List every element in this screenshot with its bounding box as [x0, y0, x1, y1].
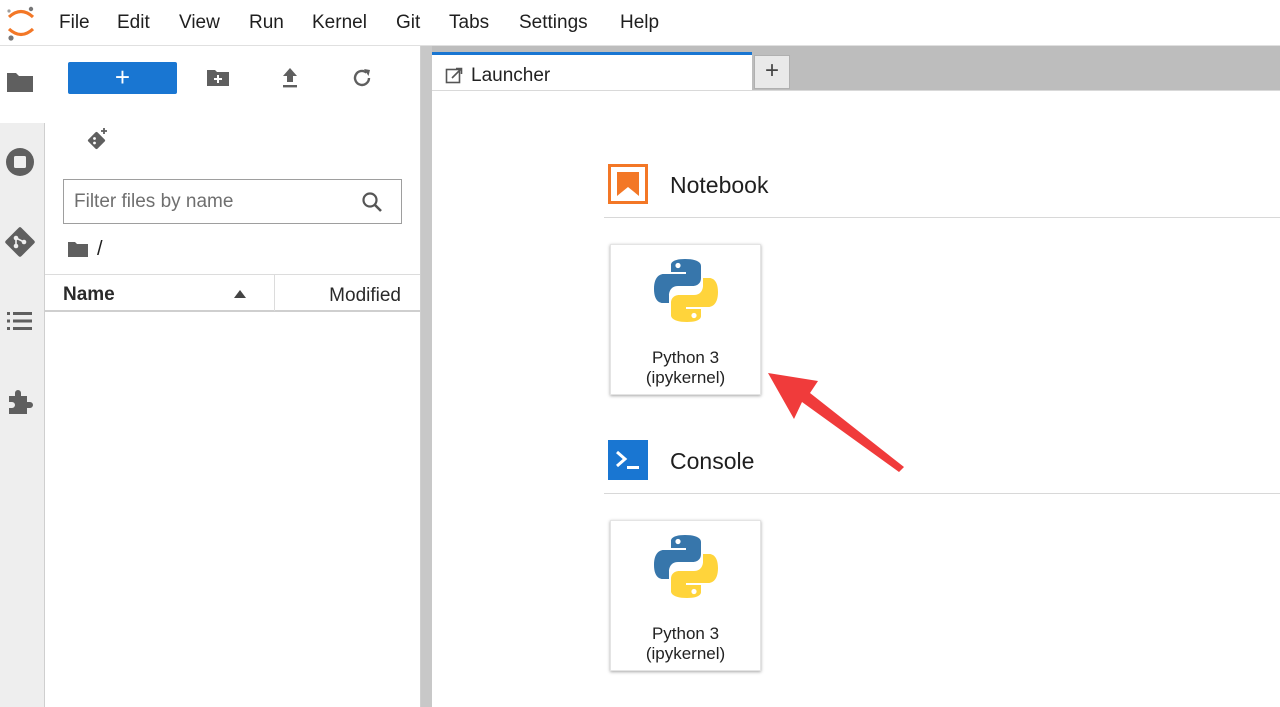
menu-bar: File Edit View Run Kernel Git Tabs Setti… [0, 0, 1280, 46]
tab-bar: Launcher + [432, 46, 1280, 96]
breadcrumb-root[interactable]: / [97, 238, 103, 261]
python-logo-icon [654, 259, 718, 322]
panel-resize-handle[interactable] [421, 46, 432, 707]
card-kernel-name: Python 3 [651, 348, 720, 367]
tab-label: Launcher [471, 65, 551, 86]
git-icon[interactable] [4, 226, 36, 258]
card-kernel-subtitle: (ipykernel) [645, 368, 726, 387]
folder-breadcrumb-icon [68, 242, 88, 257]
notebook-python3-card[interactable]: Python 3 (ipykernel) [610, 244, 761, 395]
extension-icon[interactable] [4, 385, 36, 417]
menu-run[interactable]: Run [249, 12, 284, 34]
filter-files-input[interactable] [74, 189, 344, 215]
new-folder-icon[interactable] [205, 65, 231, 91]
jupyterlab-window: File Edit View Run Kernel Git Tabs Setti… [0, 0, 1280, 707]
toc-icon[interactable] [4, 305, 36, 337]
search-icon [362, 192, 382, 212]
column-modified-header[interactable]: Modified [329, 285, 401, 307]
menu-view[interactable]: View [179, 12, 220, 34]
menu-tabs[interactable]: Tabs [449, 12, 489, 34]
notebook-icon [608, 164, 648, 204]
activity-bar [0, 46, 45, 707]
sort-ascending-icon[interactable] [234, 290, 246, 298]
section-title-notebook: Notebook [670, 172, 769, 198]
column-divider[interactable] [274, 275, 275, 311]
launcher-panel: Notebook Python 3 (ipykernel) Console Py… [432, 90, 1280, 707]
upload-icon[interactable] [277, 65, 303, 91]
section-title-console: Console [670, 448, 755, 474]
column-name-header[interactable]: Name [63, 284, 115, 306]
file-browser-panel: + / Name Modified [45, 46, 421, 707]
card-kernel-subtitle: (ipykernel) [645, 644, 726, 663]
menu-kernel[interactable]: Kernel [312, 12, 367, 34]
breadcrumb[interactable]: / [67, 238, 103, 260]
refresh-icon[interactable] [349, 65, 375, 91]
console-icon [608, 440, 648, 480]
file-list-header: Name Modified [45, 274, 420, 312]
card-kernel-name: Python 3 [651, 624, 720, 643]
launcher-icon [445, 67, 463, 84]
jupyter-logo-icon[interactable] [4, 4, 38, 42]
running-icon[interactable] [4, 146, 36, 178]
menu-file[interactable]: File [59, 12, 90, 34]
section-divider [604, 217, 1280, 218]
menu-help[interactable]: Help [620, 12, 659, 34]
section-divider [604, 493, 1280, 494]
menu-edit[interactable]: Edit [117, 12, 150, 34]
menu-git[interactable]: Git [396, 12, 420, 34]
menu-settings[interactable]: Settings [519, 12, 588, 34]
new-launcher-button[interactable]: + [68, 62, 177, 94]
filter-files-box [63, 179, 402, 224]
python-logo-icon [654, 535, 718, 598]
folder-icon[interactable] [4, 66, 36, 98]
console-python3-card[interactable]: Python 3 (ipykernel) [610, 520, 761, 671]
git-clone-icon[interactable] [84, 126, 110, 152]
add-tab-button[interactable]: + [754, 55, 790, 89]
